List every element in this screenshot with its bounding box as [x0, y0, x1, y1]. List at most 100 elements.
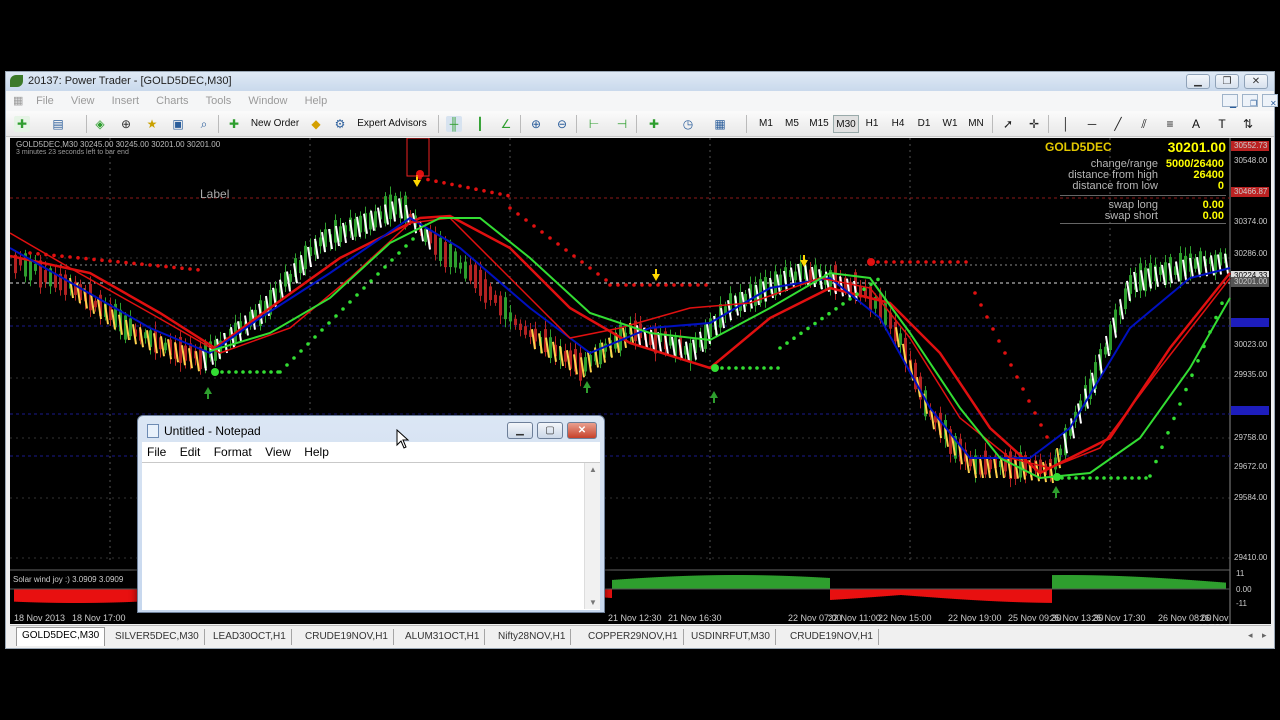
- tab-gold5dec[interactable]: GOLD5DEC,M30: [16, 627, 106, 646]
- tab-nifty28nov[interactable]: Nifty28NOV,H1: [493, 629, 572, 645]
- tf-h4[interactable]: H4: [886, 115, 910, 133]
- tf-m5[interactable]: M5: [780, 115, 804, 133]
- oscillator-bar: [634, 578, 636, 589]
- oscillator-bar: [666, 576, 668, 589]
- notepad-menu-view[interactable]: View: [260, 443, 296, 461]
- tf-m15[interactable]: M15: [806, 115, 832, 133]
- arrows-icon[interactable]: ⇅: [1240, 116, 1256, 132]
- zoom-out-icon[interactable]: ⊖: [554, 116, 570, 132]
- menu-tools[interactable]: Tools: [199, 92, 239, 110]
- scroll-up-icon[interactable]: ▲: [589, 465, 597, 474]
- oscillator-bar: [120, 589, 122, 603]
- menu-insert[interactable]: Insert: [105, 92, 147, 110]
- notepad-window[interactable]: Untitled - Notepad ▁ ▢ ✕ File Edit Forma…: [137, 415, 605, 613]
- tab-scroll-left-icon[interactable]: ◂: [1248, 630, 1253, 641]
- oscillator-bar: [866, 589, 868, 598]
- time-tick-label: 22 Nov 19:00: [948, 613, 1002, 623]
- navigator-icon[interactable]: ★: [144, 116, 160, 132]
- notepad-minimize-button[interactable]: ▁: [507, 422, 533, 439]
- cursor-icon[interactable]: ➚: [1000, 116, 1016, 132]
- candle-body: [129, 318, 132, 337]
- tab-crude19nov-2[interactable]: CRUDE19NOV,H1: [785, 629, 879, 645]
- oscillator-bar: [1074, 575, 1076, 589]
- tf-m30[interactable]: M30: [833, 115, 859, 133]
- terminal-icon[interactable]: ▣: [170, 116, 186, 132]
- bar-chart-icon[interactable]: ╫: [446, 116, 462, 132]
- menu-help[interactable]: Help: [298, 92, 335, 110]
- tab-lead30oct[interactable]: LEAD30OCT,H1: [208, 629, 292, 645]
- metaeditor-icon[interactable]: ◆: [308, 116, 324, 132]
- close-button[interactable]: ✕: [1244, 74, 1268, 89]
- oscillator-bar: [920, 589, 922, 597]
- equidistant-channel-icon[interactable]: ⫽: [1136, 116, 1152, 132]
- tf-d1[interactable]: D1: [912, 115, 936, 133]
- autoscroll-icon[interactable]: ⊣: [614, 116, 630, 132]
- tab-crude19nov[interactable]: CRUDE19NOV,H1: [300, 629, 394, 645]
- fibonacci-icon[interactable]: ≡: [1162, 116, 1178, 132]
- new-order-button[interactable]: New Order: [246, 115, 304, 133]
- notepad-close-button[interactable]: ✕: [567, 422, 597, 439]
- crosshair-target-icon[interactable]: ⊕: [118, 116, 134, 132]
- menu-window[interactable]: Window: [241, 92, 294, 110]
- red-stop-dot: [580, 260, 584, 264]
- chart-restore-button[interactable]: ❐: [1242, 94, 1258, 108]
- crosshair-icon[interactable]: ✛: [1026, 116, 1042, 132]
- candle-body: [519, 323, 522, 331]
- green-stop-dot: [1074, 476, 1078, 480]
- chart-minimize-button[interactable]: ▁: [1222, 94, 1238, 108]
- notepad-text-area[interactable]: [142, 462, 600, 610]
- notepad-scrollbar[interactable]: ▲ ▼: [584, 463, 600, 609]
- tf-h1[interactable]: H1: [860, 115, 884, 133]
- tab-copper29nov[interactable]: COPPER29NOV,H1: [583, 629, 684, 645]
- notepad-maximize-button[interactable]: ▢: [537, 422, 563, 439]
- chart-shift-icon[interactable]: ⊢: [586, 116, 602, 132]
- templates-icon[interactable]: ▦: [712, 116, 728, 132]
- horizontal-line-icon[interactable]: ─: [1084, 116, 1100, 132]
- tab-silver5dec[interactable]: SILVER5DEC,M30: [110, 629, 205, 645]
- profiles-icon[interactable]: ▤: [50, 116, 66, 132]
- oscillator-bar: [1104, 575, 1106, 589]
- zoom-in-icon[interactable]: ⊕: [528, 116, 544, 132]
- oscillator-bar: [904, 589, 906, 596]
- menu-charts[interactable]: Charts: [149, 92, 195, 110]
- oscillator-bar: [1188, 579, 1190, 589]
- trendline-icon[interactable]: ╱: [1110, 116, 1126, 132]
- strategy-tester-icon[interactable]: ⌕: [196, 116, 212, 132]
- menu-view[interactable]: View: [64, 92, 102, 110]
- expert-advisors-icon[interactable]: ⚙: [332, 116, 348, 132]
- menu-file[interactable]: File: [29, 92, 61, 110]
- tf-w1[interactable]: W1: [938, 115, 962, 133]
- tf-m1[interactable]: M1: [754, 115, 778, 133]
- indicators-icon[interactable]: ✚: [646, 116, 662, 132]
- line-chart-icon[interactable]: ∠: [498, 116, 514, 132]
- label-tool[interactable]: T: [1214, 115, 1230, 133]
- green-stop-dot: [820, 316, 824, 321]
- notepad-menu-format[interactable]: Format: [209, 443, 257, 461]
- text-tool[interactable]: A: [1188, 115, 1204, 133]
- scroll-down-icon[interactable]: ▼: [589, 598, 597, 607]
- tab-usdinrfut[interactable]: USDINRFUT,M30: [686, 629, 776, 645]
- tab-scroll-right-icon[interactable]: ▸: [1262, 630, 1267, 641]
- vertical-line-icon[interactable]: │: [1058, 116, 1074, 132]
- price-tick-label: 29758.00: [1234, 433, 1268, 442]
- notepad-menu-edit[interactable]: Edit: [175, 443, 206, 461]
- chart-close-button[interactable]: ✕: [1262, 94, 1278, 108]
- periods-icon[interactable]: ◷: [680, 116, 696, 132]
- new-order-icon[interactable]: ✚: [226, 116, 242, 132]
- green-stop-dot: [255, 370, 259, 374]
- oscillator-bar: [704, 575, 706, 589]
- new-chart-icon[interactable]: ✚: [14, 116, 30, 132]
- red-stop-dot: [450, 182, 454, 187]
- minimize-button[interactable]: ▁: [1186, 74, 1210, 89]
- candlestick-icon[interactable]: ┃: [472, 116, 488, 132]
- price-tick-label: 30023.00: [1234, 340, 1268, 349]
- tab-alum31oct[interactable]: ALUM31OCT,H1: [400, 629, 486, 645]
- tf-mn[interactable]: MN: [964, 115, 988, 133]
- market-watch-icon[interactable]: ◈: [92, 116, 108, 132]
- expert-advisors-button[interactable]: Expert Advisors: [352, 115, 432, 133]
- notepad-menu-help[interactable]: Help: [299, 443, 334, 461]
- notepad-menu-file[interactable]: File: [142, 443, 171, 461]
- oscillator-bar: [1024, 589, 1026, 603]
- maximize-button[interactable]: ❐: [1215, 74, 1239, 89]
- title-bar[interactable]: 20137: Power Trader - [GOLD5DEC,M30] ▁ ❐…: [6, 72, 1274, 91]
